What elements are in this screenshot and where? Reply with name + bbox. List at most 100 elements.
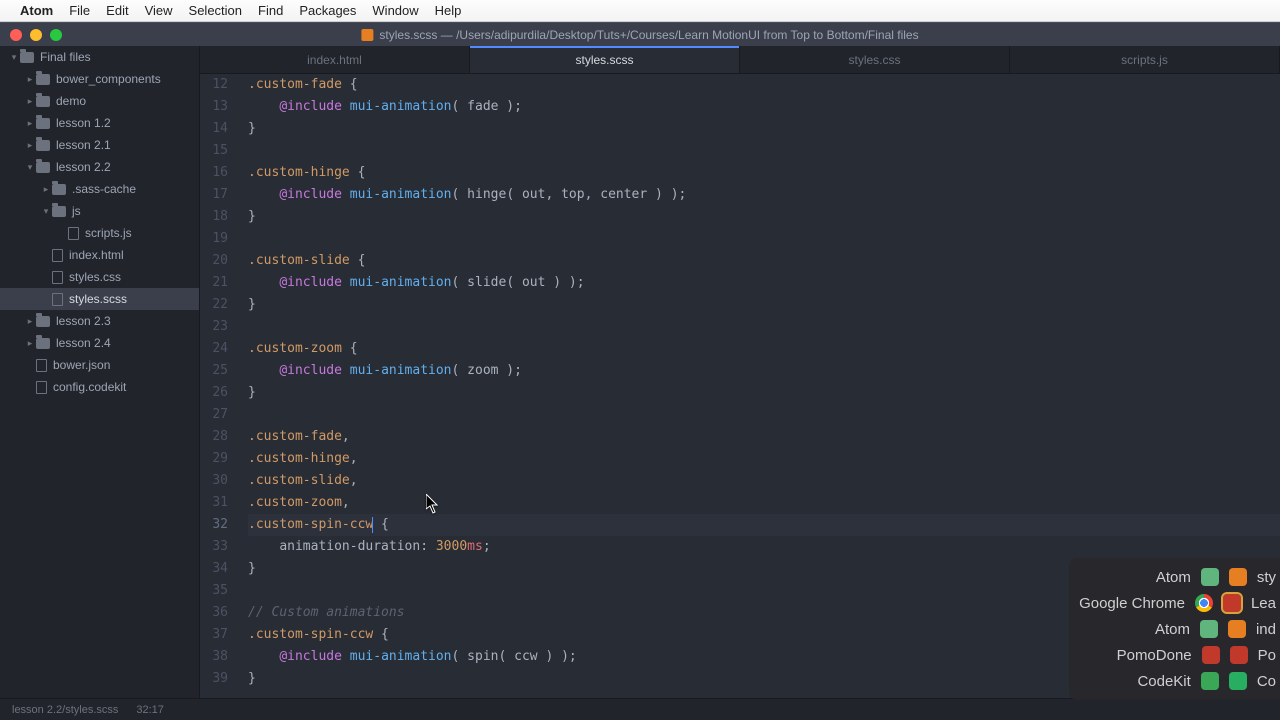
line-number[interactable]: 20 xyxy=(200,250,228,272)
line-number[interactable]: 31 xyxy=(200,492,228,514)
chevron-right-icon[interactable]: ▸ xyxy=(40,184,52,195)
code-line[interactable]: } xyxy=(248,294,1280,316)
chevron-down-icon[interactable]: ▾ xyxy=(24,162,36,173)
chevron-right-icon[interactable]: ▸ xyxy=(24,74,36,85)
code-line[interactable] xyxy=(248,404,1280,426)
tree-file-index-html[interactable]: index.html xyxy=(0,244,199,266)
switcher-item-codekit[interactable]: CodeKitCo xyxy=(1079,668,1280,694)
chevron-down-icon[interactable]: ▾ xyxy=(40,206,52,217)
tree-folder-final-files[interactable]: ▾Final files xyxy=(0,46,199,68)
line-number[interactable]: 28 xyxy=(200,426,228,448)
code-line[interactable]: .custom-slide, xyxy=(248,470,1280,492)
line-number[interactable]: 12 xyxy=(200,74,228,96)
line-number[interactable]: 14 xyxy=(200,118,228,140)
line-number[interactable]: 23 xyxy=(200,316,228,338)
line-number[interactable]: 21 xyxy=(200,272,228,294)
code-line[interactable]: .custom-fade { xyxy=(248,74,1280,96)
line-number[interactable]: 17 xyxy=(200,184,228,206)
menu-find[interactable]: Find xyxy=(258,3,283,18)
code-line[interactable]: } xyxy=(248,382,1280,404)
line-number-gutter[interactable]: 1213141516171819202122232425262728293031… xyxy=(200,74,236,690)
line-number[interactable]: 30 xyxy=(200,470,228,492)
switcher-item-google-chrome[interactable]: Google ChromeLea xyxy=(1079,590,1280,616)
tab-styles-css[interactable]: styles.css xyxy=(740,46,1010,73)
status-file-path[interactable]: lesson 2.2/styles.scss xyxy=(12,704,118,716)
maximize-button[interactable] xyxy=(50,29,62,41)
file-tree-sidebar[interactable]: ▾Final files▸bower_components▸demo▸lesso… xyxy=(0,46,200,698)
menu-view[interactable]: View xyxy=(145,3,173,18)
code-line[interactable]: .custom-fade, xyxy=(248,426,1280,448)
menu-selection[interactable]: Selection xyxy=(189,3,242,18)
menu-packages[interactable]: Packages xyxy=(299,3,356,18)
tree-file-styles-scss[interactable]: styles.scss xyxy=(0,288,199,310)
line-number[interactable]: 32 xyxy=(200,514,228,536)
chevron-right-icon[interactable]: ▸ xyxy=(24,140,36,151)
code-line[interactable]: @include mui-animation( hinge( out, top,… xyxy=(248,184,1280,206)
line-number[interactable]: 16 xyxy=(200,162,228,184)
code-line[interactable]: @include mui-animation( fade ); xyxy=(248,96,1280,118)
minimize-button[interactable] xyxy=(30,29,42,41)
menu-edit[interactable]: Edit xyxy=(106,3,128,18)
switcher-item-atom[interactable]: Atomind xyxy=(1079,616,1280,642)
line-number[interactable]: 37 xyxy=(200,624,228,646)
code-line[interactable]: } xyxy=(248,118,1280,140)
macos-menubar[interactable]: Atom File Edit View Selection Find Packa… xyxy=(0,0,1280,22)
switcher-item-pomodone[interactable]: PomoDonePo xyxy=(1079,642,1280,668)
chevron-right-icon[interactable]: ▸ xyxy=(24,118,36,129)
code-line[interactable]: @include mui-animation( zoom ); xyxy=(248,360,1280,382)
tree-folder-js[interactable]: ▾js xyxy=(0,200,199,222)
chevron-down-icon[interactable]: ▾ xyxy=(8,52,20,63)
line-number[interactable]: 19 xyxy=(200,228,228,250)
code-line[interactable]: animation-duration: 3000ms; xyxy=(248,536,1280,558)
tree-file-styles-css[interactable]: styles.css xyxy=(0,266,199,288)
line-number[interactable]: 22 xyxy=(200,294,228,316)
menu-file[interactable]: File xyxy=(69,3,90,18)
line-number[interactable]: 27 xyxy=(200,404,228,426)
tree-file-config-codekit[interactable]: config.codekit xyxy=(0,376,199,398)
app-switcher-overlay[interactable]: AtomstyGoogle ChromeLeaAtomindPomoDonePo… xyxy=(1069,558,1280,700)
line-number[interactable]: 39 xyxy=(200,668,228,690)
chevron-right-icon[interactable]: ▸ xyxy=(24,96,36,107)
tree-folder-bower-components[interactable]: ▸bower_components xyxy=(0,68,199,90)
close-button[interactable] xyxy=(10,29,22,41)
tree-folder-lesson-2-1[interactable]: ▸lesson 2.1 xyxy=(0,134,199,156)
tree-folder-lesson-2-2[interactable]: ▾lesson 2.2 xyxy=(0,156,199,178)
menu-help[interactable]: Help xyxy=(435,3,462,18)
tab-index-html[interactable]: index.html xyxy=(200,46,470,73)
switcher-item-atom[interactable]: Atomsty xyxy=(1079,564,1280,590)
line-number[interactable]: 34 xyxy=(200,558,228,580)
line-number[interactable]: 35 xyxy=(200,580,228,602)
tree-folder-lesson-2-3[interactable]: ▸lesson 2.3 xyxy=(0,310,199,332)
app-name[interactable]: Atom xyxy=(20,3,53,18)
line-number[interactable]: 15 xyxy=(200,140,228,162)
menu-window[interactable]: Window xyxy=(372,3,418,18)
line-number[interactable]: 33 xyxy=(200,536,228,558)
line-number[interactable]: 36 xyxy=(200,602,228,624)
line-number[interactable]: 25 xyxy=(200,360,228,382)
code-line[interactable]: .custom-hinge { xyxy=(248,162,1280,184)
tree-folder-demo[interactable]: ▸demo xyxy=(0,90,199,112)
status-cursor-position[interactable]: 32:17 xyxy=(136,704,164,716)
code-line[interactable] xyxy=(248,140,1280,162)
code-line[interactable] xyxy=(248,316,1280,338)
line-number[interactable]: 29 xyxy=(200,448,228,470)
code-line[interactable]: .custom-zoom, xyxy=(248,492,1280,514)
tree-folder-lesson-2-4[interactable]: ▸lesson 2.4 xyxy=(0,332,199,354)
code-line[interactable] xyxy=(248,228,1280,250)
line-number[interactable]: 24 xyxy=(200,338,228,360)
code-line[interactable]: .custom-slide { xyxy=(248,250,1280,272)
tree-folder-lesson-1-2[interactable]: ▸lesson 1.2 xyxy=(0,112,199,134)
code-line[interactable]: .custom-spin-ccw { xyxy=(248,514,1280,536)
line-number[interactable]: 13 xyxy=(200,96,228,118)
code-line[interactable]: .custom-zoom { xyxy=(248,338,1280,360)
code-line[interactable]: .custom-hinge, xyxy=(248,448,1280,470)
tree-file-scripts-js[interactable]: scripts.js xyxy=(0,222,199,244)
tree-folder--sass-cache[interactable]: ▸.sass-cache xyxy=(0,178,199,200)
window-titlebar[interactable]: styles.scss — /Users/adipurdila/Desktop/… xyxy=(0,22,1280,46)
code-line[interactable]: @include mui-animation( slide( out ) ); xyxy=(248,272,1280,294)
tree-file-bower-json[interactable]: bower.json xyxy=(0,354,199,376)
line-number[interactable]: 18 xyxy=(200,206,228,228)
tab-styles-scss[interactable]: styles.scss xyxy=(470,46,740,73)
code-line[interactable]: } xyxy=(248,206,1280,228)
tab-scripts-js[interactable]: scripts.js xyxy=(1010,46,1280,73)
